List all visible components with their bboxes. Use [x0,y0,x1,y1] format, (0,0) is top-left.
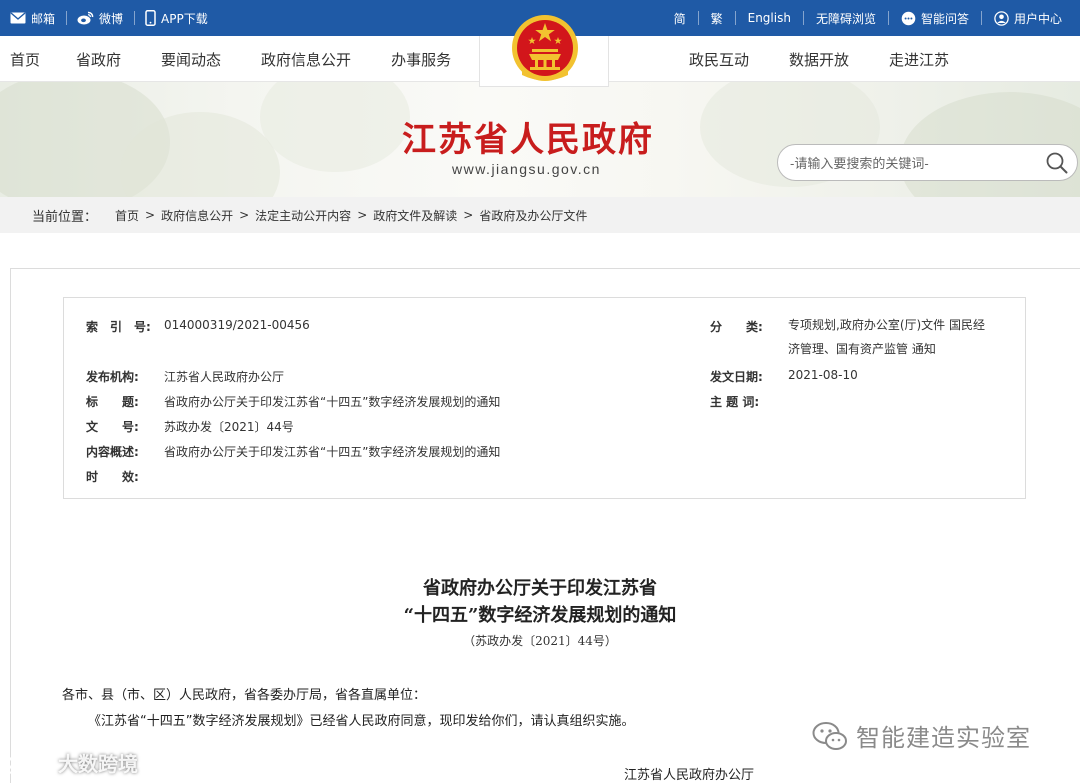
meta-publisher-row: 发布机构: 江苏省人民政府办公厅 [86,368,284,385]
english-link[interactable]: English [736,11,804,25]
meta-category-value-line2: 济管理、国有资产监管 通知 [788,342,936,356]
document-metadata: 索 引 号: 014000319/2021-00456 分 类: 专项规划,政府… [63,297,1026,499]
breadcrumb-separator: > [145,208,156,222]
meta-validity-label: 时 效: [86,470,139,484]
national-emblem[interactable] [510,11,580,85]
search-icon [1046,152,1068,174]
watermark-left-text: 大数跨境 [58,752,138,776]
weibo-icon [77,11,94,25]
nav-item-provincial-government[interactable]: 省政府 [76,49,121,70]
document-paragraph: 《江苏省“十四五”数字经济发展规划》已经省人民政府同意，现印发给你们，请认真组织… [88,714,635,729]
topbar-right-links: 简 繁 English 无障碍浏览 智能问答 用户中心 [662,0,1074,36]
meta-publisher-label: 发布机构: [86,370,139,384]
breadcrumb-bar: 当前位置： 首页 > 政府信息公开 > 法定主动公开内容 > 政府文件及解读 >… [0,197,1080,233]
meta-index-label: 索 引 号: [86,320,151,334]
simplified-label: 简 [673,11,686,26]
meta-date-value: 2021-08-10 [788,368,858,382]
meta-index-value: 014000319/2021-00456 [164,318,310,332]
nav-item-info-disclosure[interactable]: 政府信息公开 [261,49,351,70]
watermark-right: 智能建造实验室 [812,718,1031,753]
watermark-right-text: 智能建造实验室 [856,724,1031,752]
breadcrumb-separator: > [357,208,368,222]
watermark-left: 大数跨境 [6,748,138,777]
meta-title-label: 标 题: [86,395,139,409]
meta-title-value: 省政府办公厅关于印发江苏省“十四五”数字经济发展规划的通知 [164,395,501,409]
meta-category-value-line1: 专项规划,政府办公室(厅)文件 国民经 [788,318,985,332]
traditional-chinese-link[interactable]: 繁 [699,11,736,26]
smart-qa-label: 智能问答 [920,11,969,26]
weibo-label: 微博 [99,11,124,26]
meta-validity-row: 时 效: [86,468,164,485]
app-download-label: APP下载 [161,11,208,26]
meta-category-label: 分 类: [710,320,763,334]
nav-item-open-data[interactable]: 数据开放 [789,49,849,70]
breadcrumb-item-info-disclosure[interactable]: 政府信息公开 [161,207,233,224]
meta-docno-value: 苏政办发〔2021〕44号 [164,420,294,434]
meta-category-row: 分 类: 专项规划,政府办公室(厅)文件 国民经 济管理、国有资产监管 通知 [710,318,985,361]
meta-docno-label: 文 号: [86,420,139,434]
nav-item-about-jiangsu[interactable]: 走进江苏 [889,49,949,70]
document-signature: 江苏省人民政府办公厅 [624,768,755,783]
meta-publisher-value: 江苏省人民政府办公厅 [164,370,285,384]
document-title-line1: 省政府办公厅关于印发江苏省 [423,578,657,599]
chat-icon [901,11,916,26]
meta-index-row: 索 引 号: 014000319/2021-00456 [86,318,310,335]
mobile-icon [145,10,156,26]
mail-link[interactable]: 邮箱 [10,11,68,26]
mail-icon [10,12,26,24]
topbar-left-links: 邮箱 微博 APP下载 [10,0,229,36]
mail-label: 邮箱 [31,11,56,26]
meta-summary-row: 内容概述: 省政府办公厅关于印发江苏省“十四五”数字经济发展规划的通知 [86,443,500,460]
nav-item-interaction[interactable]: 政民互动 [689,49,749,70]
breadcrumb-item-gov-documents[interactable]: 政府文件及解读 [373,207,457,224]
accessibility-label: 无障碍浏览 [815,11,876,26]
main-nav-right: 政民互动 数据开放 走进江苏 [689,36,949,82]
meta-docno-row: 文 号: 苏政办发〔2021〕44号 [86,418,294,435]
search-box [777,144,1078,181]
accessibility-link[interactable]: 无障碍浏览 [804,11,889,26]
main-nav-left: 首页 省政府 要闻动态 政府信息公开 办事服务 [10,36,451,82]
search-input[interactable] [790,153,1038,173]
watermark-logo-icon [6,750,54,776]
meta-summary-value: 省政府办公厅关于印发江苏省“十四五”数字经济发展规划的通知 [164,445,501,459]
app-download-link[interactable]: APP下载 [145,10,219,26]
search-button[interactable] [1045,151,1069,175]
nav-item-home[interactable]: 首页 [10,49,40,70]
breadcrumb-separator: > [463,208,474,222]
breadcrumb: 当前位置： 首页 > 政府信息公开 > 法定主动公开内容 > 政府文件及解读 >… [32,197,587,233]
weibo-link[interactable]: 微博 [77,11,136,26]
document-salutation: 各市、县（市、区）人民政府，省各委办厅局，省各直属单位： [62,688,427,703]
meta-date-label: 发文日期: [710,370,763,384]
document-number: （苏政办发〔2021〕44号） [463,634,617,648]
meta-title-row: 标 题: 省政府办公厅关于印发江苏省“十四五”数字经济发展规划的通知 [86,393,500,410]
breadcrumb-item-office-documents[interactable]: 省政府及办公厅文件 [479,207,587,224]
user-icon [994,10,1009,26]
traditional-label: 繁 [710,11,723,26]
simplified-chinese-link[interactable]: 简 [662,11,699,26]
breadcrumb-item-statutory-content[interactable]: 法定主动公开内容 [255,207,351,224]
nav-item-news[interactable]: 要闻动态 [161,49,221,70]
meta-date-row: 发文日期: 2021-08-10 [710,368,858,385]
meta-subject-row: 主 题 词: [710,393,788,410]
wechat-logo-icon [812,721,848,751]
meta-category-value: 专项规划,政府办公室(厅)文件 国民经 济管理、国有资产监管 通知 [788,313,985,361]
document-title-line2: “十四五”数字经济发展规划的通知 [403,605,677,626]
nav-item-services[interactable]: 办事服务 [391,49,451,70]
user-center-label: 用户中心 [1013,11,1062,26]
breadcrumb-label: 当前位置： [32,209,98,225]
breadcrumb-item-home[interactable]: 首页 [115,207,139,224]
english-label: English [747,11,791,25]
site-title: 江苏省人民政府 [402,120,654,160]
breadcrumb-separator: > [239,208,250,222]
meta-summary-label: 内容概述: [86,445,139,459]
smart-qa-link[interactable]: 智能问答 [889,11,982,26]
meta-subject-label: 主 题 词: [710,395,760,409]
user-center-link[interactable]: 用户中心 [982,10,1074,26]
site-url: www.jiangsu.gov.cn [452,161,601,177]
banner-flower-decoration [260,82,410,172]
